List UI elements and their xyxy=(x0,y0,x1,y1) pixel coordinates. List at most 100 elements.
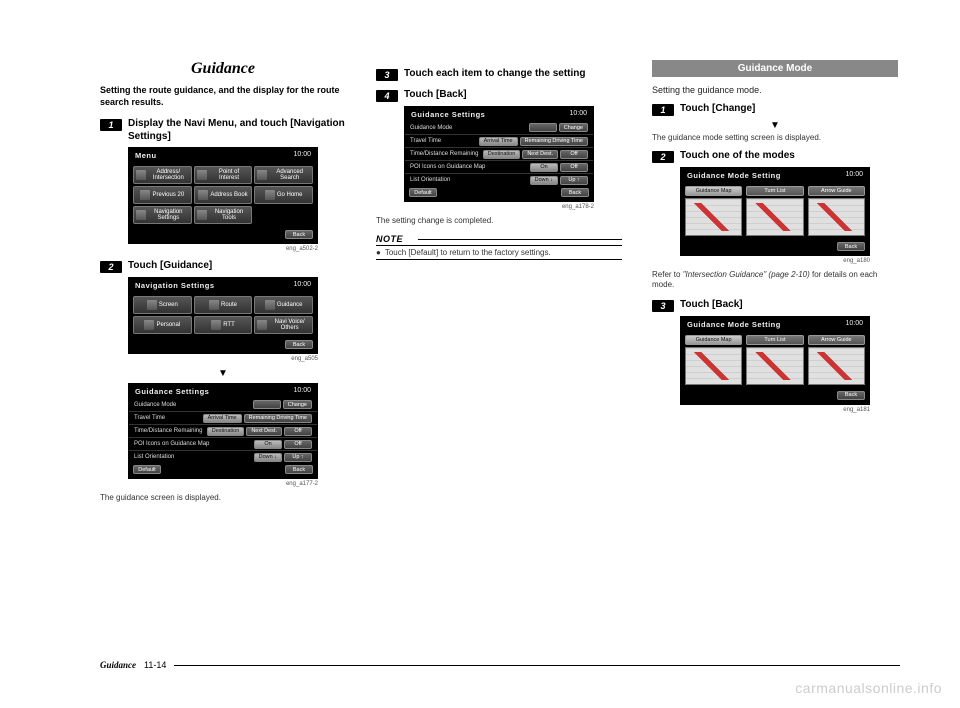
mode-preview xyxy=(746,198,803,236)
screenshot-navi-menu: Menu 10:00 Address/ Intersection Point o… xyxy=(128,147,318,244)
opt-destination[interactable]: Destination xyxy=(483,150,521,159)
mode-guidance-map[interactable]: Guidance Map xyxy=(685,335,742,385)
row-label: Travel Time xyxy=(410,138,441,144)
guidance-icon xyxy=(265,300,275,310)
intro-text: Setting the route guidance, and the disp… xyxy=(100,84,346,108)
tools-icon xyxy=(197,210,207,220)
default-button[interactable]: Default xyxy=(409,188,437,197)
opt-down[interactable]: Down ↓ xyxy=(254,453,282,462)
row-label: List Orientation xyxy=(134,454,174,460)
row-label: Time/Distance Remaining xyxy=(410,151,478,157)
back-button[interactable]: Back xyxy=(285,230,313,239)
screen-title: Guidance Settings xyxy=(411,110,485,119)
menu-btn-advanced[interactable]: Advanced Search xyxy=(254,166,313,184)
opt-on[interactable]: On xyxy=(254,440,282,449)
opt-on[interactable]: On xyxy=(530,163,558,172)
mode-turn-list[interactable]: Turn List xyxy=(746,186,803,236)
opt-off[interactable]: Off xyxy=(284,427,312,436)
back-button[interactable]: Back xyxy=(285,465,313,474)
screen-clock: 10:00 xyxy=(293,151,311,160)
step-2: 2 Touch one of the modes xyxy=(652,150,898,163)
row-time-distance: Time/Distance Remaining DestinationNext … xyxy=(405,147,593,160)
opt-up[interactable]: Up ↑ xyxy=(560,176,588,185)
change-button[interactable]: Change xyxy=(559,123,588,132)
opt-down[interactable]: Down ↓ xyxy=(530,176,558,185)
step-text: Touch [Back] xyxy=(404,89,467,102)
menu-btn-navtools[interactable]: Navigation Tools xyxy=(194,206,253,224)
back-button[interactable]: Back xyxy=(837,391,865,400)
opt-off[interactable]: Off xyxy=(560,150,588,159)
btn-screen[interactable]: Screen xyxy=(133,296,192,314)
opt-up[interactable]: Up ↑ xyxy=(284,453,312,462)
footer-page-number: 11-14 xyxy=(144,660,166,670)
search-icon xyxy=(257,170,267,180)
image-caption: eng_a180 xyxy=(680,258,870,264)
opt-remaining[interactable]: Remaining Driving Time xyxy=(244,414,312,423)
screenshot-footer: Default Back xyxy=(405,186,593,201)
btn-label: Navigation Settings xyxy=(148,209,189,221)
menu-btn-addressbook[interactable]: Address Book xyxy=(194,186,253,204)
mode-turn-list[interactable]: Turn List xyxy=(746,335,803,385)
footer-rule xyxy=(174,665,900,666)
column-1: Guidance Setting the route guidance, and… xyxy=(100,60,346,510)
row-label: Travel Time xyxy=(134,415,165,421)
settings-list: Guidance Mode Change Travel Time Arrival… xyxy=(405,121,593,186)
opt-off[interactable]: Off xyxy=(284,440,312,449)
menu-btn-address[interactable]: Address/ Intersection xyxy=(133,166,192,184)
reference-text: Refer to "Intersection Guidance" (page 2… xyxy=(652,270,898,291)
columns: Guidance Setting the route guidance, and… xyxy=(100,60,900,510)
mode-arrow-guide[interactable]: Arrow Guide xyxy=(808,335,865,385)
mode-label: Turn List xyxy=(746,335,803,345)
mode-preview xyxy=(808,347,865,385)
back-button[interactable]: Back xyxy=(837,242,865,251)
mode-arrow-guide[interactable]: Arrow Guide xyxy=(808,186,865,236)
menu-btn-previous20[interactable]: Previous 20 xyxy=(133,186,192,204)
spacer xyxy=(529,123,557,132)
btn-route[interactable]: Route xyxy=(194,296,253,314)
row-poi-icons: POI Icons on Guidance Map OnOff xyxy=(405,160,593,173)
screen-clock: 10:00 xyxy=(569,110,587,119)
step-text: Touch [Change] xyxy=(680,103,755,116)
btn-personal[interactable]: Personal xyxy=(133,316,192,334)
opt-arrival[interactable]: Arrival Time xyxy=(203,414,242,423)
back-button[interactable]: Back xyxy=(285,340,313,349)
menu-btn-poi[interactable]: Point of Interest xyxy=(194,166,253,184)
btn-guidance[interactable]: Guidance xyxy=(254,296,313,314)
step-text: Touch each item to change the setting xyxy=(404,68,586,81)
opt-remaining[interactable]: Remaining Driving Time xyxy=(520,137,588,146)
mode-label: Arrow Guide xyxy=(808,186,865,196)
screenshot-titlebar: Guidance Settings 10:00 xyxy=(405,107,593,121)
screenshot-titlebar: Menu 10:00 xyxy=(129,148,317,162)
menu-btn-navsettings[interactable]: Navigation Settings xyxy=(133,206,192,224)
voice-icon xyxy=(257,320,267,330)
row-guidance-mode: Guidance Mode Change xyxy=(129,398,317,411)
screen-title: Guidance Mode Setting xyxy=(687,320,781,329)
btn-rtt[interactable]: RTT xyxy=(194,316,253,334)
step-4: 4 Touch [Back] xyxy=(376,89,622,102)
screen-clock: 10:00 xyxy=(293,281,311,290)
result-text: The setting change is completed. xyxy=(376,216,622,225)
default-button[interactable]: Default xyxy=(133,465,161,474)
personal-icon xyxy=(144,320,154,330)
book-icon xyxy=(198,190,208,200)
menu-btn-gohome[interactable]: Go Home xyxy=(254,186,313,204)
row-list-orientation: List Orientation Down ↓Up ↑ xyxy=(129,450,317,463)
result-text: The guidance screen is displayed. xyxy=(100,493,346,502)
back-button[interactable]: Back xyxy=(561,188,589,197)
btn-label: Back xyxy=(293,342,305,348)
row-label: List Orientation xyxy=(410,177,450,183)
settings-grid: Screen Route Guidance Personal RTT Navi … xyxy=(129,292,317,338)
screenshot-footer: Back xyxy=(129,228,317,243)
opt-arrival[interactable]: Arrival Time xyxy=(479,137,518,146)
mode-options: Guidance Map Turn List Arrow Guide xyxy=(681,331,869,389)
opt-nextdest[interactable]: Next Dest. xyxy=(522,150,558,159)
mode-options: Guidance Map Turn List Arrow Guide xyxy=(681,182,869,240)
opt-nextdest[interactable]: Next Dest. xyxy=(246,427,282,436)
opt-destination[interactable]: Destination xyxy=(207,427,245,436)
opt-off[interactable]: Off xyxy=(560,163,588,172)
mode-guidance-map[interactable]: Guidance Map xyxy=(685,186,742,236)
change-button[interactable]: Change xyxy=(283,400,312,409)
btn-voice[interactable]: Navi Voice/ Others xyxy=(254,316,313,334)
footer-section: Guidance xyxy=(100,660,136,670)
btn-label: Go Home xyxy=(277,192,303,198)
